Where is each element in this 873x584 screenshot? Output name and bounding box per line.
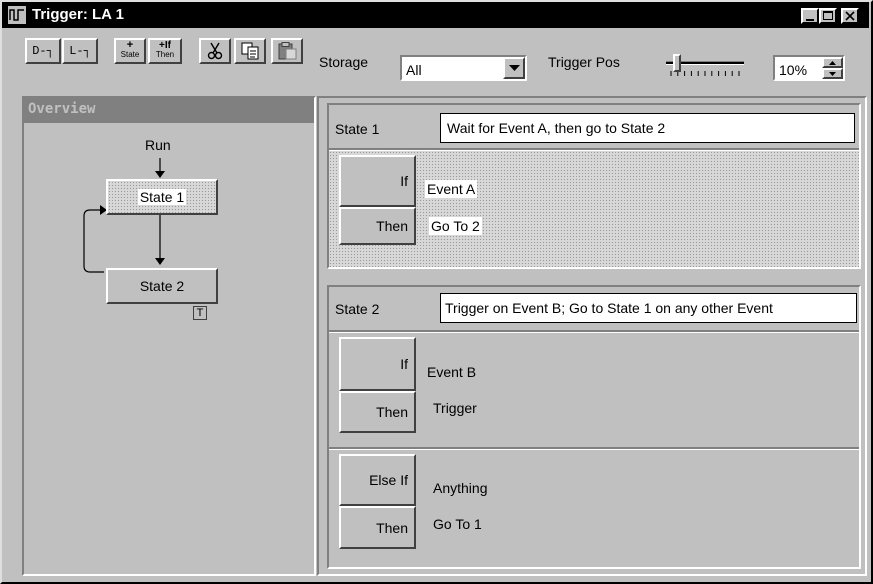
- window-title: Trigger: LA 1: [32, 6, 124, 23]
- trigger-pos-label: Trigger Pos: [548, 54, 620, 70]
- spin-up-icon: [829, 61, 836, 65]
- state-2-else-if-value[interactable]: Anything: [433, 479, 487, 497]
- close-icon: [845, 11, 855, 21]
- slider-thumb[interactable]: [673, 54, 681, 72]
- state-1-name: State 1: [335, 121, 380, 137]
- state-1-then-button[interactable]: Then: [339, 207, 416, 245]
- trigger-pos-slider[interactable]: [666, 54, 744, 78]
- state-2-divider-top: [329, 330, 859, 333]
- state-2-else-then-value[interactable]: Go To 1: [433, 515, 482, 533]
- overview-arrows: [83, 158, 165, 273]
- state-editor-pane: State 1 Wait for Event A, then go to Sta…: [317, 96, 867, 576]
- state-2-divider-mid: [329, 447, 859, 450]
- cut-button[interactable]: [199, 38, 231, 64]
- state-2-then-label: Then: [376, 404, 408, 420]
- state-2-if-label: If: [400, 356, 408, 372]
- add-state-button[interactable]: + State: [114, 38, 146, 64]
- trigger-app-icon: [8, 6, 26, 24]
- trigger-marker-icon: T: [193, 306, 207, 320]
- overview-state-1[interactable]: State 1: [106, 179, 218, 215]
- state-2-name: State 2: [335, 301, 380, 317]
- state-1-clause-area[interactable]: If Then Event A Go To 2: [329, 151, 859, 267]
- level-trigger-label: L-┐: [69, 44, 91, 58]
- state-2-description[interactable]: Trigger on Event B; Go to State 1 on any…: [440, 293, 857, 323]
- state-2-if-value[interactable]: Event B: [427, 363, 476, 381]
- state-2-if-button[interactable]: If: [339, 337, 416, 391]
- storage-dropdown[interactable]: All: [400, 55, 527, 81]
- state-2-else-then-label: Then: [376, 519, 408, 536]
- trigger-pos-spinner[interactable]: 10%: [773, 55, 845, 81]
- copy-icon: [241, 42, 259, 60]
- spinner-up-button[interactable]: [822, 57, 843, 68]
- level-trigger-button[interactable]: L-┐: [62, 38, 98, 64]
- overview-pane: Overview Run State 1 State 2 T: [22, 96, 316, 576]
- state-2-then-button[interactable]: Then: [339, 391, 416, 433]
- state-2-else-if-button[interactable]: Else If: [339, 454, 416, 506]
- state-1-then-label: Then: [376, 218, 408, 234]
- spin-down-icon: [829, 72, 836, 76]
- overview-state-2[interactable]: State 2: [106, 268, 218, 304]
- state-1-panel: State 1 Wait for Event A, then go to Sta…: [327, 103, 861, 269]
- state-2-then-value[interactable]: Trigger: [433, 399, 477, 417]
- storage-label: Storage: [319, 54, 369, 70]
- state-1-if-label: If: [400, 173, 408, 189]
- maximize-button[interactable]: [819, 8, 837, 24]
- state-1-description[interactable]: Wait for Event A, then go to State 2: [440, 113, 855, 143]
- add-state-label: State: [120, 50, 140, 59]
- state-2-panel: State 2 Trigger on Event B; Go to State …: [327, 285, 861, 569]
- storage-dropdown-button[interactable]: [503, 57, 525, 79]
- minimize-button[interactable]: [801, 8, 819, 24]
- paste-button[interactable]: [271, 38, 303, 64]
- add-if-then-button[interactable]: +If Then: [148, 38, 182, 64]
- storage-value: All: [406, 62, 422, 78]
- copy-button[interactable]: [234, 38, 266, 64]
- spinner-down-button[interactable]: [822, 68, 843, 79]
- chevron-down-icon: [509, 65, 520, 71]
- state-1-if-value[interactable]: Event A: [425, 180, 478, 198]
- overview-state-1-label: State 1: [137, 189, 187, 205]
- state-1-then-value[interactable]: Go To 2: [429, 217, 482, 235]
- scissors-icon: [207, 42, 223, 60]
- state-1-if-button[interactable]: If: [339, 155, 416, 207]
- state-2-else-if-label: Else If: [369, 472, 408, 488]
- paste-icon: [278, 42, 297, 60]
- add-then-label: Then: [155, 50, 175, 59]
- state-2-else-then-button[interactable]: Then: [339, 506, 416, 549]
- overview-state-2-label: State 2: [139, 278, 185, 294]
- digital-trigger-label: D-┐: [32, 44, 54, 58]
- digital-trigger-button[interactable]: D-┐: [25, 38, 61, 64]
- title-bar[interactable]: Trigger: LA 1: [2, 2, 869, 28]
- trigger-pos-value[interactable]: 10%: [779, 61, 807, 79]
- close-button[interactable]: [841, 8, 859, 24]
